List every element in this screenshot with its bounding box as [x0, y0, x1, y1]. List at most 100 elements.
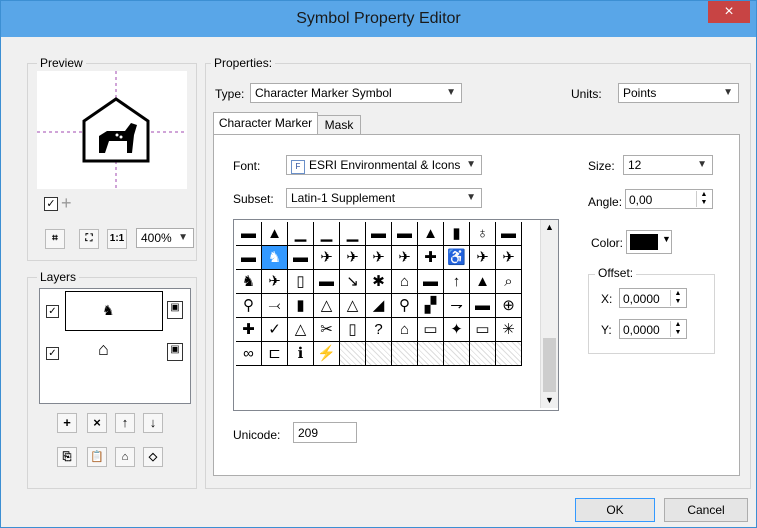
glyph-cell[interactable]: ▯ — [288, 270, 314, 294]
glyph-cell[interactable]: ⚲ — [236, 294, 262, 318]
glyph-cell[interactable]: ∞ — [236, 342, 262, 366]
glyph-cell[interactable] — [340, 342, 366, 366]
full-extent-icon[interactable]: ⛶ — [79, 229, 99, 249]
close-button[interactable]: × — [708, 1, 750, 23]
glyph-cell[interactable]: ▬ — [496, 222, 522, 246]
glyph-cell[interactable] — [418, 342, 444, 366]
glyph-cell[interactable]: ♞ — [262, 246, 288, 270]
glyph-cell[interactable]: ⌂ — [392, 270, 418, 294]
glyph-cell[interactable]: ▭ — [470, 318, 496, 342]
fit-zoom-icon[interactable]: ⌗ — [45, 229, 65, 249]
glyph-cell[interactable]: ⌂ — [392, 318, 418, 342]
paste-icon[interactable]: 📋 — [87, 447, 107, 467]
remove-layer-icon[interactable]: × — [87, 413, 107, 433]
glyph-cell[interactable] — [496, 342, 522, 366]
glyph-cell[interactable]: ✈ — [470, 246, 496, 270]
subset-select[interactable]: Latin-1 Supplement ▼ — [286, 188, 482, 208]
glyph-cell[interactable]: ℹ — [288, 342, 314, 366]
glyph-cell[interactable]: ✦ — [444, 318, 470, 342]
copy-icon[interactable]: ⎘ — [57, 447, 77, 467]
glyph-cell[interactable]: ▲ — [470, 270, 496, 294]
tab-character-marker[interactable]: Character Marker — [213, 112, 318, 135]
glyph-cell[interactable]: ♿ — [444, 246, 470, 270]
glyph-cell[interactable]: ▬ — [236, 222, 262, 246]
glyph-cell[interactable]: ⊏ — [262, 342, 288, 366]
glyph-cell[interactable]: ▬ — [314, 270, 340, 294]
glyph-cell[interactable] — [444, 342, 470, 366]
glyph-cell[interactable]: ↑ — [444, 270, 470, 294]
glyph-cell[interactable]: ▬ — [470, 294, 496, 318]
glyph-cell[interactable]: ✈ — [366, 246, 392, 270]
glyph-cell[interactable]: ⤙ — [262, 294, 288, 318]
layer-1-visible-checkbox[interactable]: ✓ — [46, 305, 59, 318]
glyph-cell[interactable]: ▲ — [418, 222, 444, 246]
layer-2-house-icon[interactable]: ⌂ — [98, 339, 109, 360]
glyph-cell[interactable]: ▮ — [288, 294, 314, 318]
glyph-cell[interactable]: ✈ — [262, 270, 288, 294]
layer-1-lock-icon[interactable]: ▣ — [167, 301, 183, 319]
tag-icon[interactable]: ◇ — [143, 447, 163, 467]
glyph-cell[interactable]: ▬ — [392, 222, 418, 246]
glyph-cell[interactable]: ✳ — [496, 318, 522, 342]
glyph-cell[interactable]: ✈ — [314, 246, 340, 270]
size-select[interactable]: 12 ▼ — [623, 155, 713, 175]
scroll-thumb[interactable] — [543, 338, 556, 392]
glyph-cell[interactable]: ? — [366, 318, 392, 342]
type-select[interactable]: Character Marker Symbol ▼ — [250, 83, 462, 103]
scroll-down-icon[interactable]: ▼ — [545, 395, 554, 405]
glyph-cell[interactable]: ▞ — [418, 294, 444, 318]
ok-button[interactable]: OK — [575, 498, 655, 522]
actual-size-icon[interactable]: 1:1 — [107, 229, 127, 249]
glyph-cell[interactable]: ✓ — [262, 318, 288, 342]
glyph-cell[interactable]: △ — [340, 294, 366, 318]
glyph-cell[interactable]: ✚ — [418, 246, 444, 270]
glyph-cell[interactable]: ♁ — [470, 222, 496, 246]
glyph-cell[interactable]: ✚ — [236, 318, 262, 342]
reset-icon[interactable]: ⌂ — [115, 447, 135, 467]
move-up-icon[interactable]: ↑ — [115, 413, 135, 433]
glyph-cell[interactable]: ⌕ — [496, 270, 522, 294]
move-down-icon[interactable]: ↓ — [143, 413, 163, 433]
glyph-cell[interactable]: ▬ — [236, 246, 262, 270]
glyph-cell[interactable]: ▭ — [418, 318, 444, 342]
layer-2-lock-icon[interactable]: ▣ — [167, 343, 183, 361]
glyph-cell[interactable]: ⚡ — [314, 342, 340, 366]
angle-spin-arrows[interactable]: ▲ ▼ — [696, 191, 711, 207]
glyph-cell[interactable]: ▬ — [418, 270, 444, 294]
glyph-cell[interactable]: ✈ — [496, 246, 522, 270]
glyph-cell[interactable]: ⇁ — [444, 294, 470, 318]
glyph-cell[interactable]: ✱ — [366, 270, 392, 294]
unicode-field[interactable]: 209 — [293, 422, 357, 443]
glyph-cell[interactable]: ✈ — [340, 246, 366, 270]
tab-mask[interactable]: Mask — [317, 115, 361, 136]
y-spin-arrows[interactable]: ▲ ▼ — [670, 321, 685, 337]
glyph-cell[interactable] — [392, 342, 418, 366]
glyph-cell[interactable]: ♞ — [236, 270, 262, 294]
glyph-cell[interactable] — [366, 342, 392, 366]
glyph-cell[interactable]: ▬ — [366, 222, 392, 246]
glyph-cell[interactable]: ▁ — [314, 222, 340, 246]
scroll-up-icon[interactable]: ▲ — [545, 222, 554, 232]
angle-spinner[interactable]: 0,00 ▲ ▼ — [625, 189, 713, 209]
glyph-cell[interactable]: ▯ — [340, 318, 366, 342]
glyph-cell[interactable]: ▲ — [262, 222, 288, 246]
glyph-cell[interactable]: ⚲ — [392, 294, 418, 318]
x-spin-arrows[interactable]: ▲ ▼ — [670, 290, 685, 306]
glyph-cell[interactable]: ✂ — [314, 318, 340, 342]
glyph-scrollbar[interactable]: ▲ ▼ — [540, 220, 558, 408]
layer-1-row[interactable]: ♞ — [65, 291, 163, 331]
cancel-button[interactable]: Cancel — [664, 498, 748, 522]
glyph-cell[interactable]: ⊕ — [496, 294, 522, 318]
glyph-cell[interactable]: ↘ — [340, 270, 366, 294]
add-layer-icon[interactable]: + — [57, 413, 77, 433]
glyph-cell[interactable]: △ — [314, 294, 340, 318]
glyph-cell[interactable] — [470, 342, 496, 366]
offset-y-spinner[interactable]: 0,0000 ▲ ▼ — [619, 319, 687, 339]
layer-2-visible-checkbox[interactable]: ✓ — [46, 347, 59, 360]
glyph-cell[interactable]: ▬ — [288, 246, 314, 270]
units-select[interactable]: Points ▼ — [618, 83, 739, 103]
offset-x-spinner[interactable]: 0,0000 ▲ ▼ — [619, 288, 687, 308]
glyph-cell[interactable]: ✈ — [392, 246, 418, 270]
glyph-cell[interactable]: ▁ — [340, 222, 366, 246]
zoom-select[interactable]: 400% ▼ — [136, 228, 194, 248]
